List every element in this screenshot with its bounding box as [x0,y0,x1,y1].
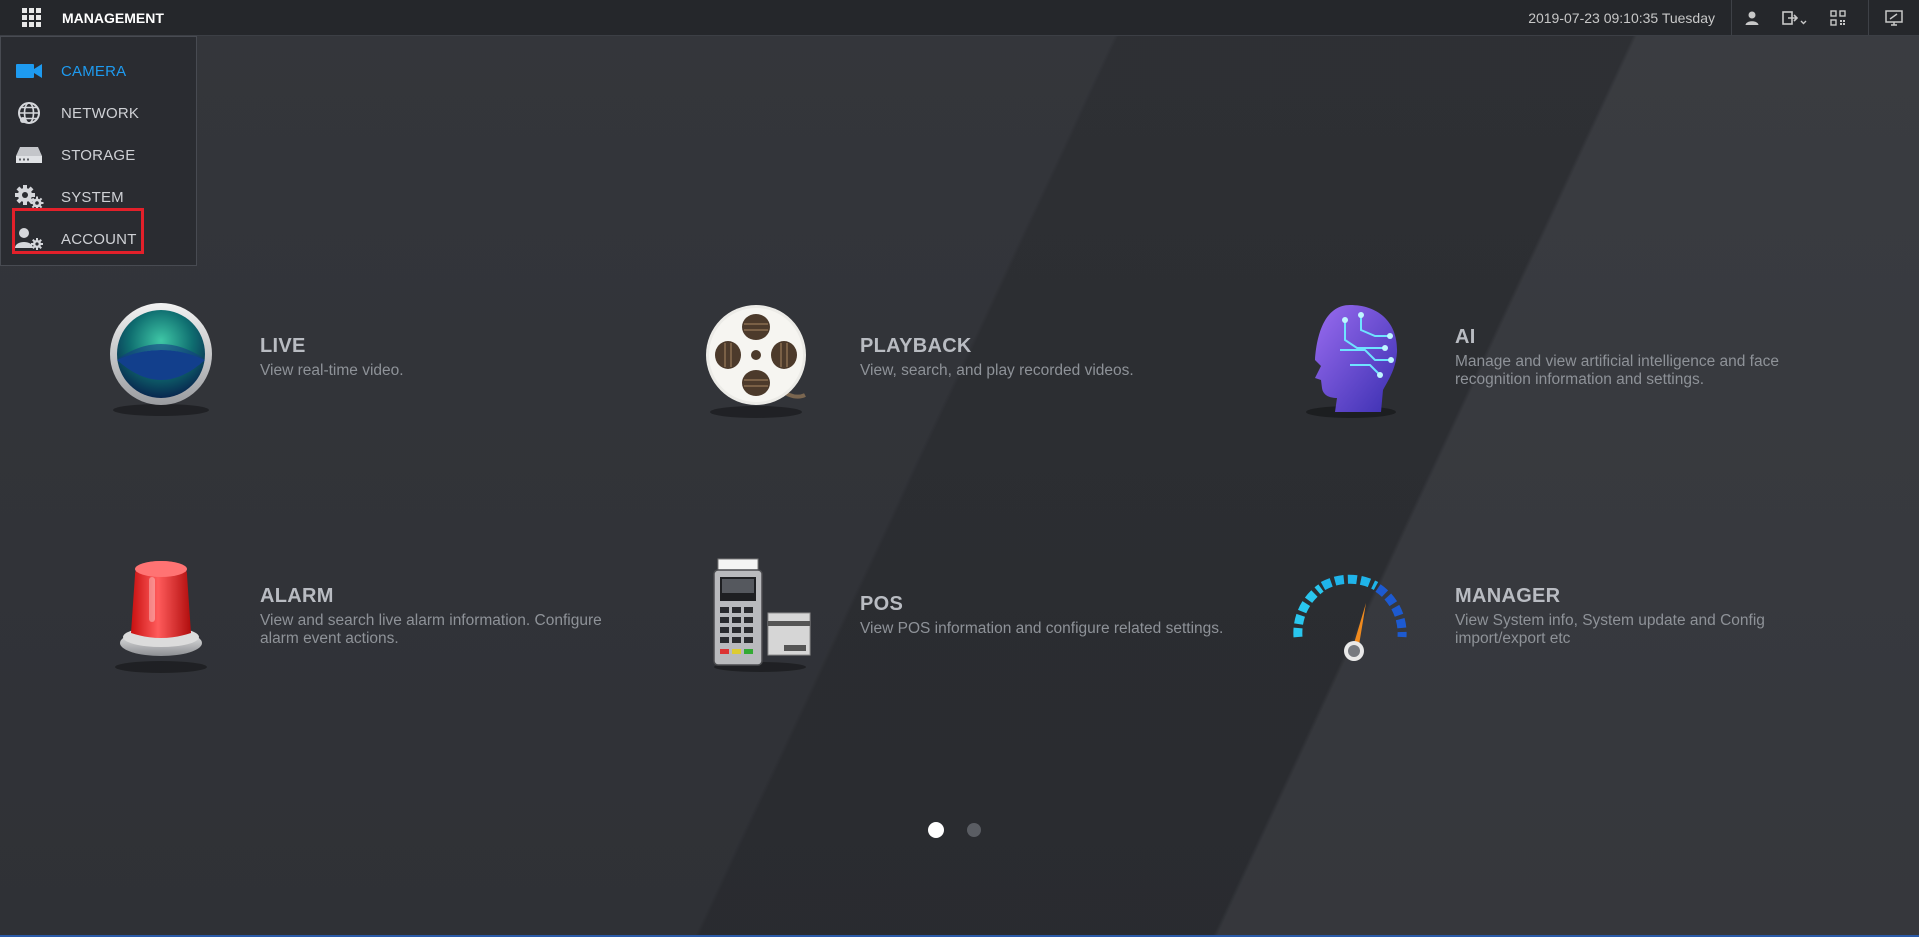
menu-item-label: CAMERA [61,62,127,80]
tile-title: MANAGER [1455,585,1561,607]
management-dropdown-menu: CAMERA NETWORK STORAGE SYSTEM ACCOUNT [0,36,197,266]
live-lens-icon [105,300,235,430]
menu-item-label: SYSTEM [61,188,124,206]
user-gear-icon [13,226,45,252]
background [0,0,1919,937]
menu-item-label: NETWORK [61,104,140,122]
film-reel-icon [700,300,830,430]
network-globe-icon [13,100,45,126]
tile-text: POS View POS information and configure r… [860,593,1240,638]
gears-icon [13,184,45,210]
hard-drive-icon [13,142,45,168]
tile-text: MANAGER View System info, System update … [1455,585,1855,648]
tile-title: ALARM [260,585,334,607]
logout-icon[interactable] [1772,0,1818,35]
top-bar: MANAGEMENT 2019-07-23 09:10:35 Tuesday [0,0,1919,36]
ai-head-icon [1295,300,1425,430]
alarm-siren-icon [105,555,235,685]
tile-alarm[interactable]: ALARM View and search live alarm informa… [105,555,665,705]
tile-title: PLAYBACK [860,335,972,357]
tile-text: AI Manage and view artificial intelligen… [1455,326,1855,389]
tile-text: LIVE View real-time video. [260,335,640,380]
tile-description: Manage and view artificial intelligence … [1455,353,1779,388]
menu-item-storage[interactable]: STORAGE [13,138,143,172]
pos-terminal-icon [700,555,830,685]
tile-title: LIVE [260,335,306,357]
datetime-display: 2019-07-23 09:10:35 Tuesday [1528,9,1715,26]
grid-menu-icon[interactable] [22,7,42,28]
tile-playback[interactable]: PLAYBACK View, search, and play recorded… [700,300,1260,450]
user-icon[interactable] [1732,0,1772,35]
tile-description: View real-time video. [260,362,404,379]
menu-item-label: ACCOUNT [61,230,137,248]
tile-title: POS [860,593,904,615]
tile-text: ALARM View and search live alarm informa… [260,585,640,648]
tile-description: View and search live alarm information. … [260,612,602,647]
page-dot-2[interactable] [967,823,981,837]
menu-item-network[interactable]: NETWORK [13,96,143,130]
menu-item-label: STORAGE [61,146,136,164]
tile-pos[interactable]: POS View POS information and configure r… [700,555,1260,705]
tile-live[interactable]: LIVE View real-time video. [105,300,665,450]
qr-code-icon[interactable] [1818,0,1858,35]
menu-item-account[interactable]: ACCOUNT [13,222,143,256]
top-right-toolbar: 2019-07-23 09:10:35 Tuesday [1528,0,1919,35]
tile-description: View, search, and play recorded videos. [860,362,1134,379]
tile-description: View System info, System update and Conf… [1455,612,1765,647]
menu-item-system[interactable]: SYSTEM [13,180,143,214]
camera-icon [13,58,45,84]
tile-manager[interactable]: MANAGER View System info, System update … [1290,555,1850,705]
menu-item-camera[interactable]: CAMERA [13,54,143,88]
tile-description: View POS information and configure relat… [860,620,1224,637]
app-title: MANAGEMENT [62,9,164,26]
monitor-icon[interactable] [1869,0,1919,35]
page-dot-1[interactable] [928,822,944,838]
gauge-icon [1290,555,1420,685]
tile-title: AI [1455,326,1476,348]
tile-ai[interactable]: AI Manage and view artificial intelligen… [1295,300,1855,450]
tile-text: PLAYBACK View, search, and play recorded… [860,335,1240,380]
